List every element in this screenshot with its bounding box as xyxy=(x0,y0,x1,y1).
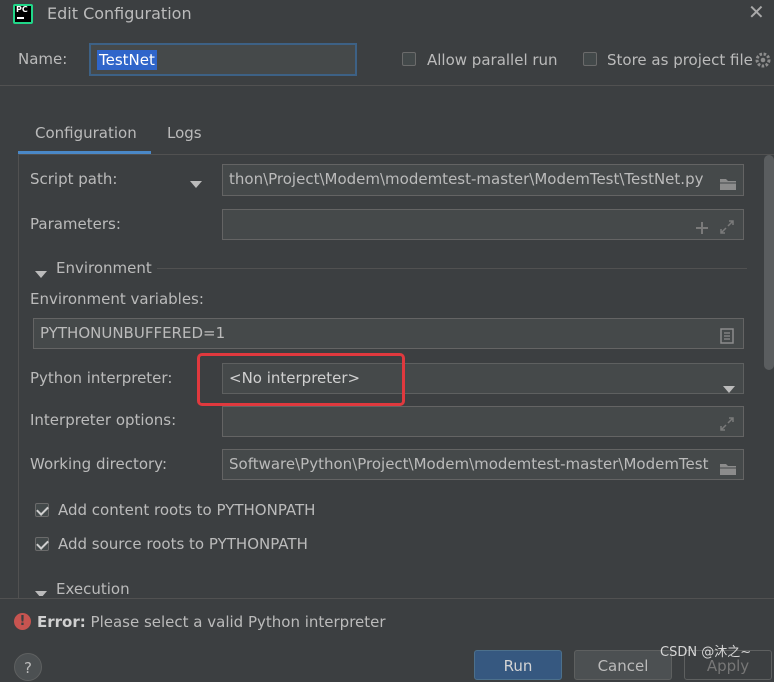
interpreter-highlight-annotation xyxy=(197,353,405,406)
interpreter-options-input[interactable] xyxy=(222,406,744,437)
env-vars-input[interactable]: PYTHONUNBUFFERED=1 xyxy=(33,318,744,349)
parameters-input[interactable] xyxy=(222,209,744,240)
allow-parallel-label[interactable]: Allow parallel run xyxy=(427,51,558,69)
tab-logs[interactable]: Logs xyxy=(167,124,202,142)
error-message: Error: Please select a valid Python inte… xyxy=(37,613,386,631)
add-content-roots-label[interactable]: Add content roots to PYTHONPATH xyxy=(58,501,315,519)
help-button[interactable]: ? xyxy=(14,653,42,681)
environment-divider xyxy=(157,268,747,269)
store-project-label[interactable]: Store as project file xyxy=(607,51,753,69)
name-input[interactable]: TestNet xyxy=(89,43,357,76)
script-path-value: thon\Project\Modem\modemtest-master\Mode… xyxy=(229,170,704,188)
script-path-dropdown-icon[interactable] xyxy=(190,175,202,193)
add-source-roots-label[interactable]: Add source roots to PYTHONPATH xyxy=(58,535,308,553)
script-path-label: Script path: xyxy=(30,170,118,188)
store-project-checkbox[interactable] xyxy=(583,52,597,66)
working-directory-input[interactable]: Software\Python\Project\Modem\modemtest-… xyxy=(222,449,744,480)
error-bold-label: Error: xyxy=(37,613,86,631)
title-bar: PC Edit Configuration ✕ xyxy=(0,0,774,30)
python-interpreter-label: Python interpreter: xyxy=(30,369,173,387)
working-directory-label: Working directory: xyxy=(30,455,168,473)
parameters-label: Parameters: xyxy=(30,215,121,233)
chevron-down-icon[interactable] xyxy=(723,375,735,393)
name-label: Name: xyxy=(18,50,68,68)
environment-section-title[interactable]: Environment xyxy=(56,259,152,277)
close-icon[interactable]: ✕ xyxy=(748,0,765,24)
name-input-value: TestNet xyxy=(97,50,157,70)
header-divider xyxy=(0,85,774,86)
allow-parallel-checkbox[interactable] xyxy=(402,52,416,66)
add-source-roots-checkbox[interactable] xyxy=(35,537,49,551)
folder-icon[interactable] xyxy=(719,457,737,479)
pycharm-logo-icon: PC xyxy=(13,4,33,24)
interpreter-options-label: Interpreter options: xyxy=(30,411,177,429)
working-directory-value: Software\Python\Project\Modem\modemtest-… xyxy=(229,455,709,473)
execution-section-clip: Execution xyxy=(18,576,758,596)
gear-icon[interactable] xyxy=(754,51,772,69)
panel-scrollbar[interactable] xyxy=(764,155,774,370)
environment-collapse-icon[interactable] xyxy=(35,265,47,283)
cancel-button[interactable]: Cancel xyxy=(574,650,672,680)
script-path-input[interactable]: thon\Project\Modem\modemtest-master\Mode… xyxy=(222,164,744,196)
env-vars-label: Environment variables: xyxy=(30,290,204,308)
add-icon[interactable] xyxy=(695,216,709,239)
expand-icon[interactable] xyxy=(719,413,735,436)
error-text: Please select a valid Python interpreter xyxy=(90,613,386,631)
tab-configuration[interactable]: Configuration xyxy=(35,124,137,142)
folder-icon[interactable] xyxy=(719,172,737,195)
window-title: Edit Configuration xyxy=(47,4,192,23)
execution-collapse-icon[interactable] xyxy=(35,585,47,596)
env-vars-value: PYTHONUNBUFFERED=1 xyxy=(40,324,226,342)
add-content-roots-checkbox[interactable] xyxy=(35,503,49,517)
watermark-text: CSDN @沐之~ xyxy=(660,645,752,660)
app-icon-text: PC xyxy=(15,6,31,22)
document-icon[interactable] xyxy=(720,325,734,348)
error-divider xyxy=(0,598,774,599)
expand-icon[interactable] xyxy=(719,216,735,239)
error-icon: ! xyxy=(14,613,31,630)
run-button[interactable]: Run xyxy=(474,650,562,680)
execution-section-title[interactable]: Execution xyxy=(56,580,130,596)
